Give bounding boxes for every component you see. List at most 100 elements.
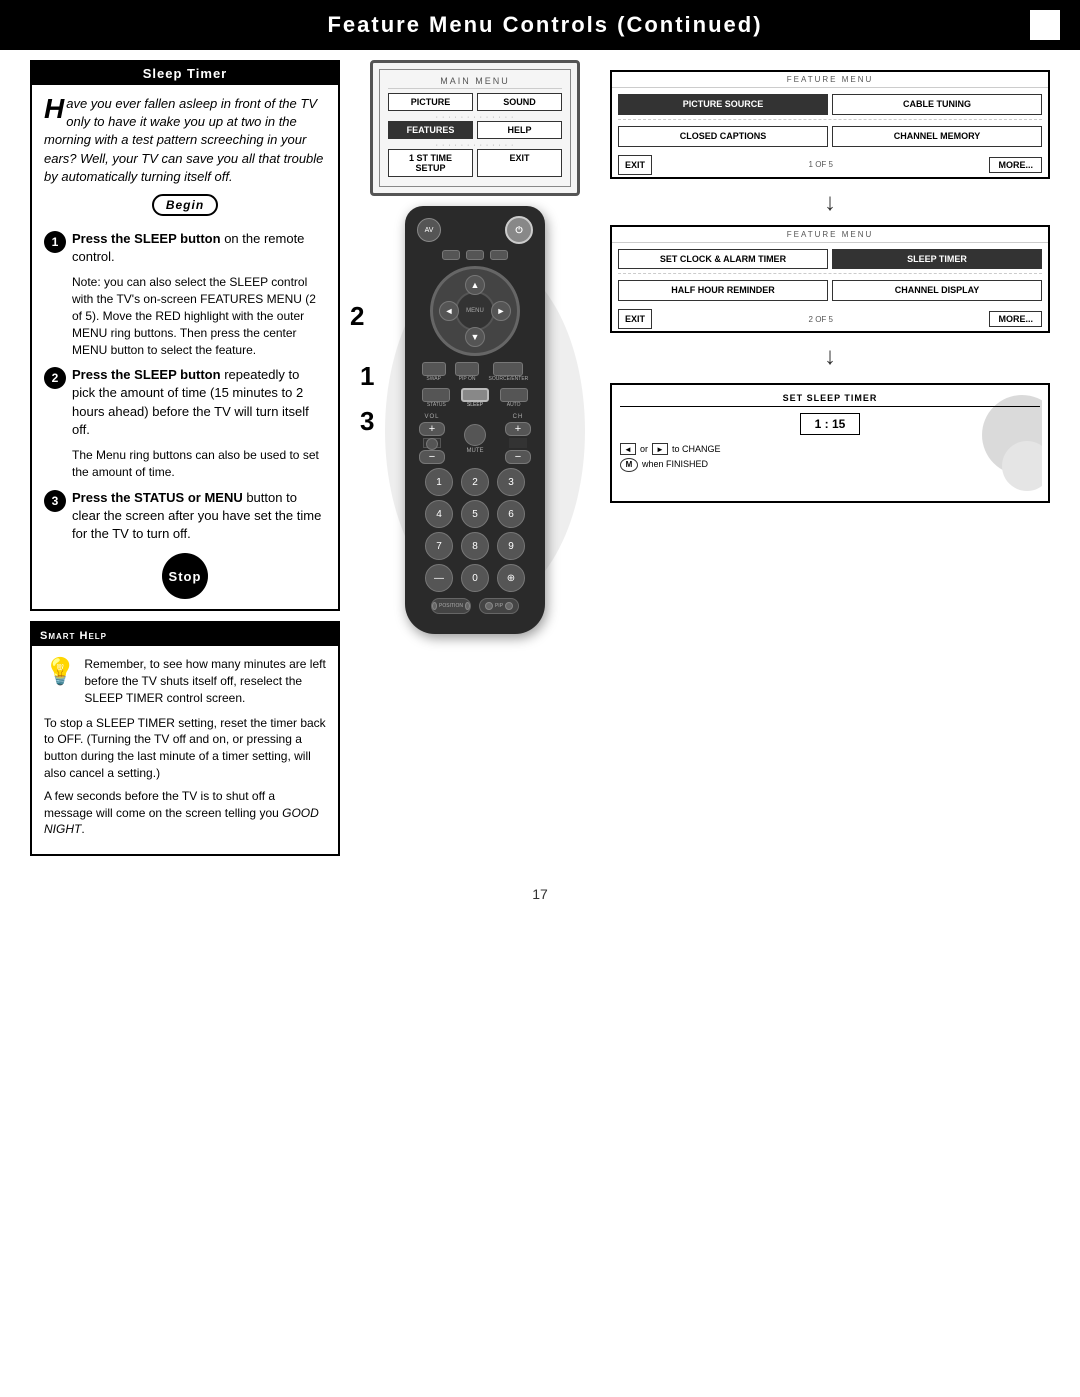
remote-btn-7[interactable]: 7	[425, 532, 453, 560]
channel-memory-btn[interactable]: CHANNEL MEMORY	[832, 126, 1042, 147]
step-3-number: 3	[44, 490, 66, 512]
remote-ring-area: ▲ ▼ ◄ ► MENU	[413, 266, 537, 356]
remote-small-row	[413, 250, 537, 260]
main-menu-label: MAIN MENU	[388, 76, 562, 89]
more-btn-1[interactable]: MORE...	[989, 157, 1042, 173]
intro-text: ave you ever fallen asleep in front of t…	[44, 96, 323, 184]
remote-small-btn-1[interactable]	[442, 250, 460, 260]
remote-auto: AUTO	[500, 388, 528, 408]
arrow-connector-2: ↓	[610, 345, 1050, 369]
feature-menu-1-label: FEATURE MENU	[612, 72, 1048, 88]
remote-position-btn[interactable]: POSITION	[431, 598, 471, 614]
remote-av-btn[interactable]: AV	[417, 218, 441, 242]
remote-source-btn[interactable]	[493, 362, 523, 376]
remote-btn-3[interactable]: 3	[497, 468, 525, 496]
half-hour-btn[interactable]: HALF HOUR REMINDER	[618, 280, 828, 301]
remote-vol-plus[interactable]: +	[419, 422, 445, 436]
right-arrow-btn[interactable]: ►	[652, 443, 668, 455]
more-btn-2[interactable]: MORE...	[989, 311, 1042, 327]
remote-pipon: PIP ON	[455, 362, 479, 382]
remote-btn-dash[interactable]: —	[425, 564, 453, 592]
remote-btn-6[interactable]: 6	[497, 500, 525, 528]
menu-row-1: PICTURE SOUND	[388, 93, 562, 111]
sleep-timer-screen-content: SET SLEEP TIMER 1 : 15 ◄ or ► to CHANGE …	[620, 393, 1040, 472]
menu-row-3: 1 ST TIME SETUP EXIT	[388, 149, 562, 177]
step-2-number: 2	[44, 367, 66, 389]
remote-mute-circle[interactable]	[426, 438, 438, 450]
page-indicator-2: 2 OF 5	[809, 315, 833, 324]
page-header: Feature Menu Controls (Continued)	[0, 0, 1080, 50]
remote-small-btn-3[interactable]	[490, 250, 508, 260]
remote-left-btn[interactable]: ◄	[439, 301, 459, 321]
step-1-block: 1 Press the SLEEP button on the remote c…	[44, 230, 326, 266]
help-btn: HELP	[477, 121, 562, 139]
sleep-timer-screen-panel: SET SLEEP TIMER 1 : 15 ◄ or ► to CHANGE …	[610, 383, 1050, 503]
sleep-timer-screen-title: SET SLEEP TIMER	[620, 393, 1040, 407]
remote-wrap: 2 1 3 AV ⏻	[365, 206, 585, 634]
remote-up-btn[interactable]: ▲	[465, 275, 485, 295]
stop-badge: Stop	[44, 553, 326, 599]
sleep-timer-body: H ave you ever fallen asleep in front of…	[32, 85, 338, 609]
menu-dashes-1: · · · · · · · · · · · · ·	[388, 114, 562, 121]
remote-btn-9[interactable]: 9	[497, 532, 525, 560]
remote-ch-minus[interactable]: −	[505, 450, 531, 464]
closed-captions-btn[interactable]: CLOSED CAPTIONS	[618, 126, 828, 147]
remote-down-btn[interactable]: ▼	[465, 327, 485, 347]
exit-btn-2[interactable]: EXIT	[618, 309, 652, 329]
remote-ch-label: CH	[513, 414, 524, 420]
remote-numpad: 1 2 3 4 5 6 7 8 9 — 0 ⊕	[413, 468, 537, 592]
tv-main-menu-screen: MAIN MENU PICTURE SOUND · · · · · · · · …	[370, 60, 580, 196]
step-1-text: Press the SLEEP button on the remote con…	[72, 230, 326, 266]
remote-ring[interactable]: ▲ ▼ ◄ ► MENU	[430, 266, 520, 356]
remote-pipon-btn[interactable]	[455, 362, 479, 376]
remote-btn-4[interactable]: 4	[425, 500, 453, 528]
remote-ch-pair: CH + −	[505, 414, 531, 464]
sleep-instructions: ◄ or ► to CHANGE M when FINISHED	[620, 443, 1040, 472]
step-1-note: Note: you can also select the SLEEP cont…	[72, 274, 326, 358]
remote-power-btn[interactable]: ⏻	[505, 216, 533, 244]
when-finished-text: when FINISHED	[642, 458, 708, 471]
remote-top-row: AV ⏻	[413, 216, 537, 244]
arrow-connector-1: ↓	[610, 191, 1050, 215]
remote-step-label-1: 1	[360, 361, 374, 392]
stop-circle: Stop	[162, 553, 208, 599]
step-2-block: 2 Press the SLEEP button repeatedly to p…	[44, 366, 326, 439]
exit-btn-1[interactable]: EXIT	[618, 155, 652, 175]
remote-vol-minus[interactable]: −	[419, 450, 445, 464]
remote-btn-0[interactable]: 0	[461, 564, 489, 592]
picture-source-btn[interactable]: PICTURE SOURCE	[618, 94, 828, 115]
m-btn[interactable]: M	[620, 458, 638, 472]
or-text: or	[640, 443, 648, 456]
lightbulb-icon: 💡	[44, 656, 76, 687]
remote-auto-btn[interactable]	[500, 388, 528, 402]
remote-btn-2[interactable]: 2	[461, 468, 489, 496]
feature-menu-1-grid: PICTURE SOURCE CABLE TUNING CLOSED CAPTI…	[612, 88, 1048, 153]
feature-menu-2-label: FEATURE MENU	[612, 227, 1048, 243]
remote-sleep-btn[interactable]	[461, 388, 489, 402]
remote-vol-pair: VOL + −	[419, 414, 445, 464]
intro-paragraph: H ave you ever fallen asleep in front of…	[44, 95, 326, 186]
set-clock-btn[interactable]: SET CLOCK & ALARM TIMER	[618, 249, 828, 270]
remote-small-btn-2[interactable]	[466, 250, 484, 260]
cable-tuning-btn[interactable]: CABLE TUNING	[832, 94, 1042, 115]
channel-display-btn[interactable]: CHANNEL DISPLAY	[832, 280, 1042, 301]
step-3-block: 3 Press the STATUS or MENU button to cle…	[44, 489, 326, 544]
remote-body: AV ⏻ ▲ ▼	[405, 206, 545, 634]
remote-ch-plus[interactable]: +	[505, 422, 531, 436]
step-1-number: 1	[44, 231, 66, 253]
remote-status: STATUS	[422, 388, 450, 408]
remote-btn-8[interactable]: 8	[461, 532, 489, 560]
remote-pip-btn[interactable]: PIP	[479, 598, 519, 614]
left-arrow-btn[interactable]: ◄	[620, 443, 636, 455]
remote-swap-btn[interactable]	[422, 362, 446, 376]
features-btn: FEATURES	[388, 121, 473, 139]
remote-menu-btn[interactable]: MENU	[455, 291, 495, 331]
remote-btn-plus[interactable]: ⊕	[497, 564, 525, 592]
remote-btn-1[interactable]: 1	[425, 468, 453, 496]
sleep-timer-btn[interactable]: SLEEP TIMER	[832, 249, 1042, 270]
feature-menu-panel-2: FEATURE MENU SET CLOCK & ALARM TIMER SLE…	[610, 225, 1050, 334]
remote-mute-btn[interactable]	[464, 424, 486, 446]
remote-status-btn[interactable]	[422, 388, 450, 402]
remote-right-btn[interactable]: ►	[491, 301, 511, 321]
remote-btn-5[interactable]: 5	[461, 500, 489, 528]
